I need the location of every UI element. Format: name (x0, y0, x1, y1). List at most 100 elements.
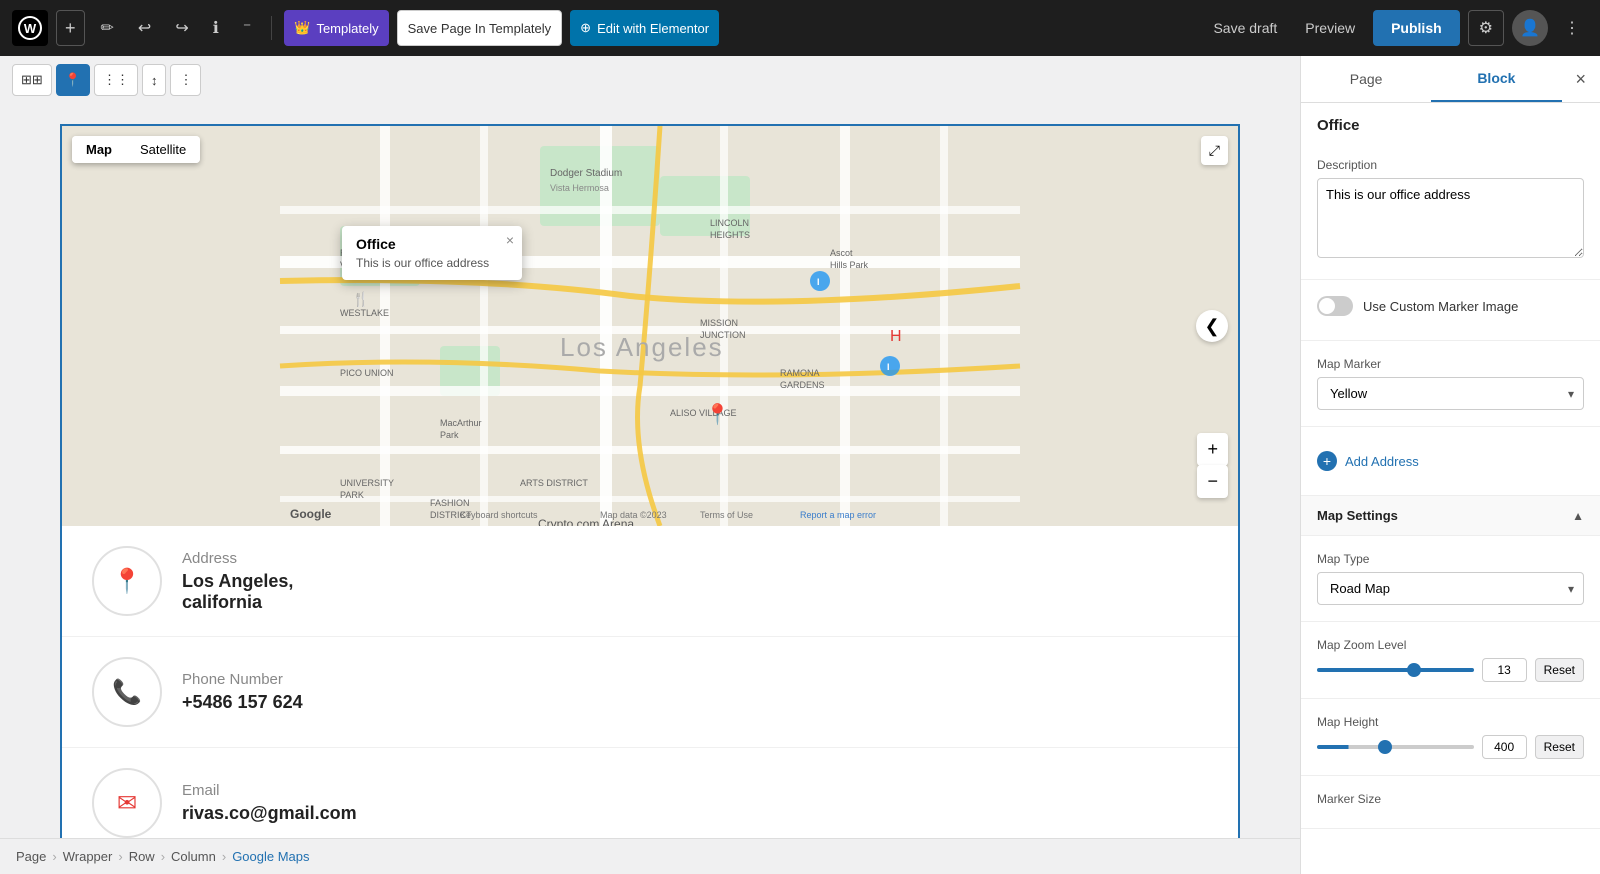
svg-text:Terms of Use: Terms of Use (700, 510, 753, 520)
phone-text: Phone Number +5486 157 624 (182, 671, 303, 713)
toggle-knob (1319, 298, 1335, 314)
map-marker-select[interactable]: Yellow Red Blue Green (1317, 377, 1584, 410)
custom-marker-row: Use Custom Marker Image (1317, 296, 1584, 316)
svg-text:I: I (817, 277, 820, 287)
height-reset-button[interactable]: Reset (1535, 735, 1584, 759)
map-settings-header[interactable]: Map Settings ▲ (1301, 496, 1600, 536)
map-marker-label: Map Marker (1317, 357, 1584, 371)
email-icon: ✉ (117, 789, 137, 818)
publish-button[interactable]: Publish (1373, 10, 1460, 46)
breadcrumb-page[interactable]: Page (16, 849, 46, 864)
phone-row: 📞 Phone Number +5486 157 624 (62, 637, 1238, 748)
svg-text:Keyboard shortcuts: Keyboard shortcuts (460, 510, 538, 520)
save-draft-button[interactable]: Save draft (1203, 10, 1287, 46)
custom-marker-toggle[interactable] (1317, 296, 1353, 316)
custom-marker-section: Use Custom Marker Image (1301, 280, 1600, 341)
svg-text:Vista Hermosa: Vista Hermosa (550, 183, 609, 193)
elementor-button[interactable]: ⊕ Edit with Elementor (570, 10, 719, 46)
main-area: ⊞⊞ 📍 ⋮⋮ ↕ ⋮ (0, 56, 1600, 874)
address-icon-circle: 📍 (92, 546, 162, 616)
breadcrumb-sep-1: › (52, 849, 56, 864)
zoom-label: Map Zoom Level (1317, 638, 1584, 652)
panel-close-button[interactable]: × (1561, 59, 1600, 100)
more-options-button[interactable]: ⋮ (1556, 10, 1588, 46)
panel-field-title: Office (1301, 103, 1600, 142)
pencil-button[interactable]: ✏ (93, 10, 122, 46)
svg-text:Park: Park (440, 430, 459, 440)
fullscreen-button[interactable]: ⤢ (1201, 136, 1228, 165)
popup-close-button[interactable]: × (506, 232, 514, 248)
preview-button[interactable]: Preview (1295, 10, 1365, 46)
svg-text:Los Angeles: Los Angeles (560, 332, 724, 362)
phone-icon-circle: 📞 (92, 657, 162, 727)
map-tab-satellite[interactable]: Satellite (126, 136, 200, 163)
svg-text:MISSION: MISSION (700, 318, 738, 328)
canvas: ⊞⊞ 📍 ⋮⋮ ↕ ⋮ (0, 56, 1300, 874)
phone-label: Phone Number (182, 671, 303, 688)
right-panel: Page Block × Office Description This is … (1300, 56, 1600, 874)
height-row: Reset (1317, 735, 1584, 759)
zoom-reset-button[interactable]: Reset (1535, 658, 1584, 682)
zoom-slider[interactable] (1317, 668, 1474, 672)
save-templately-button[interactable]: Save Page In Templately (397, 10, 563, 46)
breadcrumb-sep-4: › (222, 849, 226, 864)
settings-gear-button[interactable]: ⚙ (1468, 10, 1504, 46)
address-value: Los Angeles,california (182, 571, 293, 613)
redo-button[interactable]: ↪ (167, 10, 196, 46)
breadcrumb-sep-2: › (118, 849, 122, 864)
location-icon: 📍 (112, 567, 142, 596)
map-type-select[interactable]: Road Map Satellite Hybrid Terrain (1317, 572, 1584, 605)
svg-text:ARTS DISTRICT: ARTS DISTRICT (520, 478, 588, 488)
columns-view-button[interactable]: ⊞⊞ (12, 64, 52, 96)
map-tabs: Map Satellite (72, 136, 200, 163)
canvas-content: I I Dodger Stadium Vista Hermosa RAMPART… (0, 104, 1300, 838)
map-popup: × Office This is our office address (342, 226, 522, 280)
zoom-in-button[interactable]: + (1197, 433, 1228, 466)
dash-button[interactable]: ⁻ (235, 10, 259, 46)
breadcrumb-wrapper[interactable]: Wrapper (63, 849, 113, 864)
breadcrumb-column[interactable]: Column (171, 849, 216, 864)
templately-button[interactable]: 👑 Templately (284, 10, 388, 46)
svg-text:GARDENS: GARDENS (780, 380, 825, 390)
svg-text:Google: Google (290, 507, 332, 521)
zoom-out-button[interactable]: − (1197, 465, 1228, 498)
zoom-value-input[interactable] (1482, 658, 1527, 682)
description-label: Description (1317, 158, 1584, 172)
more-block-options[interactable]: ⋮ (170, 64, 201, 96)
email-icon-circle: ✉ (92, 768, 162, 838)
map-tab-map[interactable]: Map (72, 136, 126, 163)
add-block-button[interactable]: + (56, 10, 85, 46)
address-text: Address Los Angeles,california (182, 550, 293, 613)
phone-icon: 📞 (112, 678, 142, 707)
popup-desc: This is our office address (356, 256, 508, 270)
description-textarea[interactable]: This is our office address (1317, 178, 1584, 258)
map-nav-button[interactable]: ❮ (1196, 310, 1228, 342)
description-section: Description This is our office address (1301, 142, 1600, 280)
marker-size-section: Marker Size (1301, 776, 1600, 829)
svg-text:LINCOLN: LINCOLN (710, 218, 749, 228)
avatar-button[interactable]: 👤 (1512, 10, 1548, 46)
wp-logo[interactable] (12, 10, 48, 46)
email-text: Email rivas.co@gmail.com (182, 782, 357, 824)
breadcrumb-googlemaps[interactable]: Google Maps (232, 849, 309, 864)
up-down-button[interactable]: ↕ (142, 64, 167, 96)
breadcrumb: Page › Wrapper › Row › Column › Google M… (0, 838, 1300, 874)
svg-text:Ascot: Ascot (830, 248, 853, 258)
undo-button[interactable]: ↩ (130, 10, 159, 46)
svg-text:📍: 📍 (705, 402, 730, 426)
map-container[interactable]: I I Dodger Stadium Vista Hermosa RAMPART… (62, 126, 1238, 526)
email-row: ✉ Email rivas.co@gmail.com (62, 748, 1238, 838)
info-button[interactable]: ℹ (205, 10, 227, 46)
add-address-button[interactable]: + Add Address (1317, 443, 1419, 479)
svg-text:Report a map error: Report a map error (800, 510, 876, 520)
email-label: Email (182, 782, 357, 799)
drag-handle[interactable]: ⋮⋮ (94, 64, 138, 96)
map-pin-button[interactable]: 📍 (56, 64, 90, 96)
svg-text:PARK: PARK (340, 490, 364, 500)
height-slider[interactable] (1317, 745, 1474, 749)
breadcrumb-row[interactable]: Row (129, 849, 155, 864)
height-value-input[interactable] (1482, 735, 1527, 759)
panel-tab-page[interactable]: Page (1301, 56, 1431, 102)
panel-tab-block[interactable]: Block (1431, 56, 1561, 102)
svg-text:🍴: 🍴 (352, 291, 369, 308)
